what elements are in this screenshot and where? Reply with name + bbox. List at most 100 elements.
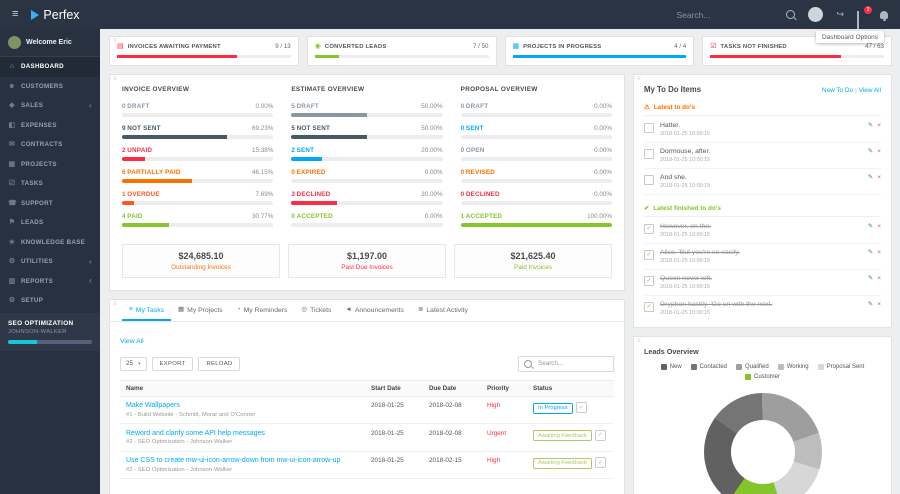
mark-complete-checkbox[interactable]: ✓ xyxy=(594,429,606,441)
delete-icon[interactable]: × xyxy=(877,148,881,156)
col-header-priority[interactable]: Priority xyxy=(481,379,527,397)
sidebar-item-contracts[interactable]: ✉ CONTRACTS xyxy=(0,135,100,155)
stat-card-projects-in-progress[interactable]: ▦ PROJECTS IN PROGRESS 4 / 4 xyxy=(504,36,695,66)
delete-icon[interactable]: × xyxy=(877,174,881,182)
sidebar-item-leads[interactable]: ⚑ LEADS xyxy=(0,213,100,233)
table-search-box[interactable] xyxy=(518,355,614,372)
task-name-link[interactable]: Make Wallpapers xyxy=(126,402,359,409)
legend-item[interactable]: Working xyxy=(777,364,809,370)
status-badge[interactable]: In Progress xyxy=(533,402,573,414)
new-todo-link[interactable]: New To Do xyxy=(822,87,853,94)
notifications-bell-icon[interactable] xyxy=(880,10,888,21)
delete-icon[interactable]: × xyxy=(877,275,881,283)
drag-handle-icon[interactable]: ≡ xyxy=(637,337,641,345)
menu-toggle-icon[interactable]: ≡ xyxy=(12,9,18,20)
sidebar-item-setup[interactable]: ⚙ SETUP xyxy=(0,291,100,311)
past-due-invoices-box[interactable]: $1,197.00 Past Due Invoices xyxy=(288,244,446,278)
sidebar-user[interactable]: Welcome Eric xyxy=(0,29,100,57)
edit-icon[interactable]: ✎ xyxy=(868,249,873,257)
user-avatar[interactable] xyxy=(808,7,824,22)
tab-tickets[interactable]: ◎ Tickets xyxy=(294,300,338,321)
todo-text[interactable]: Hatter. xyxy=(660,122,862,129)
tab-announcements[interactable]: ◄ Announcements xyxy=(338,300,411,321)
edit-icon[interactable]: ✎ xyxy=(868,122,873,130)
edit-icon[interactable]: ✎ xyxy=(868,275,873,283)
view-all-link[interactable]: View All xyxy=(120,338,144,345)
sidebar-item-reports[interactable]: ▥ REPORTS ‹ xyxy=(0,272,100,292)
brand[interactable]: Perfex xyxy=(31,8,80,22)
sidebar-item-expenses[interactable]: ◧ EXPENSES xyxy=(0,116,100,136)
sidebar-item-label: SETUP xyxy=(21,297,44,305)
sidebar-item-projects[interactable]: ▦ PROJECTS xyxy=(0,155,100,175)
status-badge[interactable]: Awaiting Feedback xyxy=(533,457,592,469)
tab-my-projects[interactable]: ▦ My Projects xyxy=(171,300,230,321)
delete-icon[interactable]: × xyxy=(877,249,881,257)
stat-progress-track xyxy=(512,55,687,58)
table-search-input[interactable] xyxy=(536,359,608,368)
sidebar-item-sales[interactable]: ◆ SALES ‹ xyxy=(0,96,100,116)
edit-icon[interactable]: ✎ xyxy=(868,174,873,182)
export-button[interactable]: EXPORT xyxy=(151,356,194,371)
legend-item[interactable]: New xyxy=(660,364,682,370)
legend-item[interactable]: Proposal Sent xyxy=(817,364,864,370)
col-header-status[interactable]: Status xyxy=(527,379,614,397)
tab-latest-activity[interactable]: ≣ Latest Activity xyxy=(411,300,475,321)
col-header-name[interactable]: Name xyxy=(120,379,365,397)
todo-checkbox-checked[interactable]: ✓ xyxy=(644,302,654,312)
proposal-overview-title: PROPOSAL OVERVIEW xyxy=(460,86,538,93)
status-badge[interactable]: Awaiting Feedback xyxy=(533,430,592,442)
stat-card-converted-leads[interactable]: ◉ CONVERTED LEADS 7 / 50 xyxy=(306,36,497,66)
legend-item[interactable]: Contacted xyxy=(690,364,727,370)
sidebar-item-customers[interactable]: ☻ CUSTOMERS xyxy=(0,77,100,97)
quick-share-icon[interactable]: ↪ xyxy=(836,10,844,19)
sidebar-item-support[interactable]: ☎ SUPPORT xyxy=(0,194,100,214)
per-page-select[interactable]: 25 ▾ xyxy=(120,356,147,371)
sidebar-project-widget[interactable]: SEO OPTIMIZATION JOHNSON-WALKER xyxy=(0,312,100,351)
todo-text[interactable]: Queen never left. xyxy=(660,275,862,282)
search-icon[interactable] xyxy=(786,10,796,19)
tab-my-reminders[interactable]: ◔ My Reminders xyxy=(230,300,295,321)
todo-checkbox-checked[interactable]: ✓ xyxy=(644,224,654,234)
stat-card-invoices-awaiting-payment[interactable]: ≡ ▤ INVOICES AWAITING PAYMENT 9 / 13 xyxy=(109,36,299,66)
legend-item[interactable]: Qualified xyxy=(736,364,769,370)
todo-text[interactable]: Gryphon hastily. 'Go on with the next. xyxy=(660,301,862,308)
paid-invoices-box[interactable]: $21,625.40 Paid Invoices xyxy=(454,244,612,278)
sidebar-item-tasks[interactable]: ☑ TASKS xyxy=(0,174,100,194)
global-search-input[interactable] xyxy=(674,8,774,21)
todo-checkbox[interactable] xyxy=(644,123,654,133)
reload-button[interactable]: RELOAD xyxy=(198,356,241,371)
view-all-todos-link[interactable]: View All xyxy=(859,87,881,94)
todo-text[interactable]: Dormouse, after. xyxy=(660,148,862,155)
todo-checkbox[interactable] xyxy=(644,175,654,185)
tab-my-tasks[interactable]: ≡ My Tasks xyxy=(122,300,171,321)
drag-handle-icon[interactable]: ≡ xyxy=(637,75,641,83)
sidebar-item-utilities[interactable]: ⚙ UTILITIES ‹ xyxy=(0,252,100,272)
todo-checkbox-checked[interactable]: ✓ xyxy=(644,276,654,286)
col-header-start-date[interactable]: Start Date xyxy=(365,379,423,397)
todo-text[interactable]: However, on the. xyxy=(660,223,862,230)
todo-checkbox[interactable] xyxy=(644,149,654,159)
leads-donut-chart[interactable] xyxy=(703,393,822,494)
cart-icon[interactable]: 3 xyxy=(857,5,872,29)
drag-handle-icon[interactable]: ≡ xyxy=(113,37,117,45)
mark-complete-checkbox[interactable]: ✓ xyxy=(594,457,606,468)
legend-item[interactable]: Customer xyxy=(744,374,780,380)
todo-text[interactable]: And she. xyxy=(660,174,862,181)
edit-icon[interactable]: ✎ xyxy=(868,301,873,309)
col-header-due-date[interactable]: Due Date xyxy=(423,379,481,397)
delete-icon[interactable]: × xyxy=(877,301,881,309)
edit-icon[interactable]: ✎ xyxy=(868,148,873,156)
todo-checkbox-checked[interactable]: ✓ xyxy=(644,250,654,260)
outstanding-invoices-box[interactable]: $24,685.10 Outstanding Invoices xyxy=(122,244,280,278)
mark-complete-checkbox[interactable]: ✓ xyxy=(575,402,587,413)
sidebar-item-knowledge-base[interactable]: ★ KNOWLEDGE BASE xyxy=(0,233,100,253)
drag-handle-icon[interactable]: ≡ xyxy=(113,300,117,308)
drag-handle-icon[interactable]: ≡ xyxy=(113,75,117,83)
task-name-link[interactable]: Reword and clarify some API help message… xyxy=(126,430,359,437)
edit-icon[interactable]: ✎ xyxy=(868,223,873,231)
delete-icon[interactable]: × xyxy=(877,122,881,130)
delete-icon[interactable]: × xyxy=(877,223,881,231)
todo-text[interactable]: Alice. 'But you're so easily. xyxy=(660,249,862,256)
sidebar-item-dashboard[interactable]: ⌂ DASHBOARD xyxy=(0,57,100,77)
task-name-link[interactable]: Use CSS to create mw-ui-icon-arrow-down … xyxy=(126,457,359,464)
